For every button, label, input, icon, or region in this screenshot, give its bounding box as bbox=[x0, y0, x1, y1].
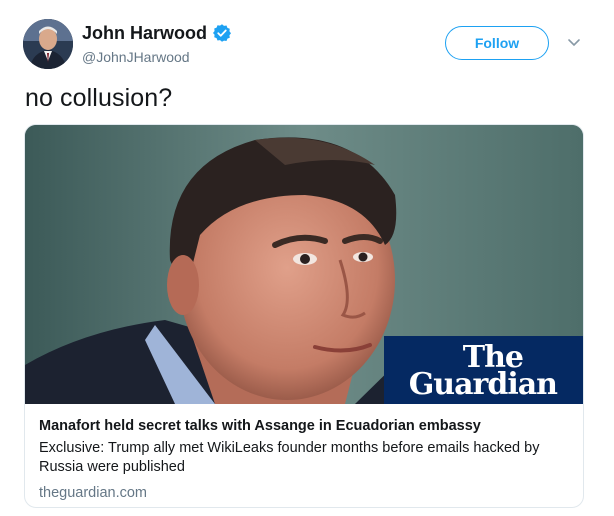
author-info: John Harwood @JohnJHarwood bbox=[82, 21, 232, 65]
display-name[interactable]: John Harwood bbox=[82, 23, 207, 44]
logo-line-2: Guardian bbox=[408, 366, 558, 402]
link-card[interactable]: The Guardian Manafort held secret talks … bbox=[24, 124, 584, 508]
tweet-text: no collusion? bbox=[25, 84, 173, 112]
card-body: Manafort held secret talks with Assange … bbox=[25, 404, 583, 501]
avatar-photo bbox=[23, 19, 73, 69]
verified-badge-icon bbox=[212, 23, 232, 43]
tweet: John Harwood @JohnJHarwood Follow no col… bbox=[0, 0, 614, 516]
card-description: Exclusive: Trump ally met WikiLeaks foun… bbox=[39, 440, 540, 475]
guardian-logo: The Guardian bbox=[384, 336, 583, 404]
card-title[interactable]: Manafort held secret talks with Assange … bbox=[39, 417, 569, 435]
chevron-down-icon[interactable] bbox=[566, 36, 582, 50]
follow-button[interactable]: Follow bbox=[445, 26, 549, 60]
card-image: The Guardian bbox=[25, 125, 583, 404]
card-domain: theguardian.com bbox=[39, 485, 148, 501]
user-handle[interactable]: @JohnJHarwood bbox=[82, 49, 232, 65]
avatar[interactable] bbox=[23, 19, 73, 69]
